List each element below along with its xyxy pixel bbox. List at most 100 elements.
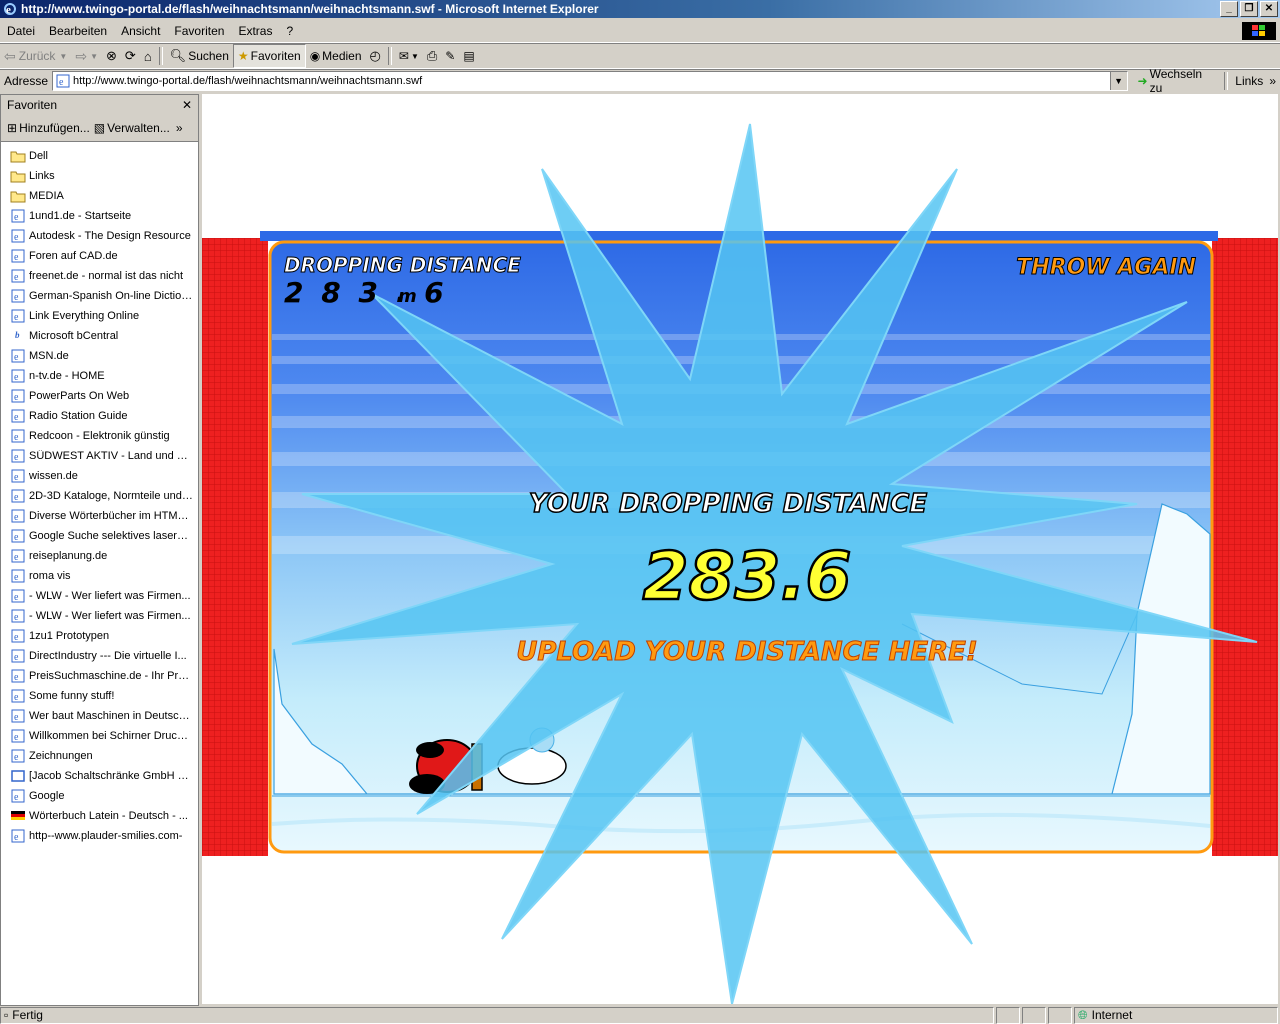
ie-page-icon: e <box>10 729 26 743</box>
favorite-item-label: Wörterbuch Latein - Deutsch - ... <box>29 810 188 822</box>
favorite-item[interactable]: e PowerParts On Web <box>1 386 198 406</box>
minimize-button[interactable]: _ <box>1220 1 1238 17</box>
favorite-item[interactable]: e PreisSuchmaschine.de - Ihr Prei... <box>1 666 198 686</box>
restore-button[interactable]: ❐ <box>1240 1 1258 17</box>
close-button[interactable]: ✕ <box>1260 1 1278 17</box>
ie-page-icon: e <box>10 429 26 443</box>
status-cell <box>1022 1006 1046 1024</box>
edit-button[interactable]: ✎ <box>441 45 459 67</box>
favorite-item[interactable]: Links <box>1 166 198 186</box>
discuss-button[interactable]: ▤ <box>459 45 478 67</box>
page-icon: e <box>56 74 70 88</box>
zone-text: Internet <box>1091 1008 1133 1022</box>
favorite-item-label: Foren auf CAD.de <box>29 250 118 262</box>
favorite-item[interactable]: e Willkommen bei Schirner Druckg... <box>1 726 198 746</box>
home-button[interactable]: ⌂ <box>140 45 156 67</box>
favorite-item[interactable]: e 1und1.de - Startseite <box>1 206 198 226</box>
favorite-item-label: roma vis <box>29 570 71 582</box>
favorite-item[interactable]: e MSN.de <box>1 346 198 366</box>
ie-page-icon: e <box>10 409 26 423</box>
favorite-item[interactable]: e Google Suche selektives lasersi... <box>1 526 198 546</box>
favorite-item[interactable]: e Google <box>1 786 198 806</box>
favorites-title: Favoriten <box>7 98 58 112</box>
forward-button[interactable]: ⇨ ▼ <box>71 45 102 67</box>
german-flag-icon <box>10 809 26 823</box>
ie-page-icon: e <box>10 829 26 843</box>
favorite-item-label: Diverse Wörterbücher im HTML-... <box>29 510 193 522</box>
manage-favorites-button[interactable]: ▧ Verwalten... <box>92 117 172 139</box>
favorite-item[interactable]: Dell <box>1 146 198 166</box>
media-button[interactable]: ◉ Medien <box>306 45 366 67</box>
menu-datei[interactable]: Datei <box>0 24 42 38</box>
ie-page-icon: e <box>10 369 26 383</box>
favorite-item-label: n-tv.de - HOME <box>29 370 105 382</box>
throw-again-button[interactable]: THROW AGAIN <box>1016 255 1197 281</box>
favorites-button[interactable]: ★ Favoriten <box>232 44 306 68</box>
add-favorite-button[interactable]: ⊞ Hinzufügen... <box>5 117 92 139</box>
favorite-item-label: Wer baut Maschinen in Deutsch... <box>29 710 193 722</box>
favorite-item[interactable]: e freenet.de - normal ist das nicht <box>1 266 198 286</box>
menu-ansicht[interactable]: Ansicht <box>114 24 167 38</box>
favorite-item[interactable]: b Microsoft bCentral <box>1 326 198 346</box>
mail-button[interactable]: ✉ ▼ <box>395 45 423 67</box>
favorite-item[interactable]: e wissen.de <box>1 466 198 486</box>
printer-icon: ⎙ <box>426 48 438 63</box>
ie-page-icon: e <box>10 709 26 723</box>
search-button[interactable]: 🔍︎ Suchen <box>166 45 233 67</box>
svg-text:e: e <box>14 272 19 283</box>
print-button[interactable]: ⎙ <box>423 45 441 67</box>
ie-page-icon: e <box>10 529 26 543</box>
links-button[interactable]: Links» <box>1231 70 1280 92</box>
favorite-item[interactable]: e Wer baut Maschinen in Deutsch... <box>1 706 198 726</box>
favorite-item[interactable]: e Radio Station Guide <box>1 406 198 426</box>
media-icon: ◉ <box>309 49 321 63</box>
ie-page-icon: e <box>10 229 26 243</box>
favorite-item-label: Links <box>29 170 55 182</box>
menu-help[interactable]: ? <box>279 24 300 38</box>
favorite-item[interactable]: [Jacob Schaltschränke GmbH & ... <box>1 766 198 786</box>
upload-distance-link[interactable]: UPLOAD YOUR DISTANCE HERE! <box>516 637 979 668</box>
favorite-item[interactable]: e 2D-3D Kataloge, Normteile und ... <box>1 486 198 506</box>
favorites-pane: Favoriten ✕ ⊞ Hinzufügen... ▧ Verwalten.… <box>0 94 199 1006</box>
chevron-right-icon[interactable]: » <box>176 121 183 135</box>
favorite-item[interactable]: e http--www.plauder-smilies.com- <box>1 826 198 846</box>
go-button[interactable]: ➜ Wechseln zu <box>1134 67 1222 95</box>
refresh-button[interactable]: ⟳ <box>121 45 140 67</box>
favorite-item[interactable]: e Redcoon - Elektronik günstig <box>1 426 198 446</box>
favorite-item[interactable]: Wörterbuch Latein - Deutsch - ... <box>1 806 198 826</box>
address-input[interactable]: e http://www.twingo-portal.de/flash/weih… <box>52 70 1128 91</box>
menu-extras[interactable]: Extras <box>231 24 279 38</box>
menu-favoriten[interactable]: Favoriten <box>167 24 231 38</box>
favorite-item[interactable]: e 1zu1 Prototypen <box>1 626 198 646</box>
favorite-item[interactable]: e Foren auf CAD.de <box>1 246 198 266</box>
favorite-item-label: Microsoft bCentral <box>29 330 119 342</box>
favorite-item[interactable]: e Some funny stuff! <box>1 686 198 706</box>
back-button[interactable]: ⇦ Zurück ▼ <box>0 45 71 67</box>
favorite-item[interactable]: e - WLW - Wer liefert was Firmen... <box>1 606 198 626</box>
home-icon: ⌂ <box>143 48 152 64</box>
zone-cell: 🌐︎ Internet <box>1074 1006 1278 1024</box>
favorite-item[interactable]: e - WLW - Wer liefert was Firmen... <box>1 586 198 606</box>
menu-bearbeiten[interactable]: Bearbeiten <box>42 24 114 38</box>
favorite-item[interactable]: e German-Spanish On-line Dictionary <box>1 286 198 306</box>
close-icon[interactable]: ✕ <box>182 98 192 112</box>
favorite-item[interactable]: e Link Everything Online <box>1 306 198 326</box>
bcentral-icon: b <box>10 329 26 343</box>
stop-button[interactable]: ⊗ <box>102 45 121 67</box>
favorite-item[interactable]: e Zeichnungen <box>1 746 198 766</box>
favorite-item[interactable]: e reiseplanung.de <box>1 546 198 566</box>
favorite-item-label: Some funny stuff! <box>29 690 115 702</box>
address-dropdown-button[interactable]: ▼ <box>1109 71 1127 90</box>
folder-icon <box>10 189 26 203</box>
history-button[interactable]: ◴ <box>366 45 385 67</box>
dropping-distance-unit: m <box>398 286 417 307</box>
svg-text:e: e <box>14 592 19 603</box>
favorite-item[interactable]: e Diverse Wörterbücher im HTML-... <box>1 506 198 526</box>
favorite-item[interactable]: e SÜDWEST AKTIV - Land und Welt <box>1 446 198 466</box>
favorite-item[interactable]: e DirectIndustry --- Die virtuelle I... <box>1 646 198 666</box>
favorite-item[interactable]: e Autodesk - The Design Resource <box>1 226 198 246</box>
favorite-item[interactable]: e n-tv.de - HOME <box>1 366 198 386</box>
favorite-item[interactable]: MEDIA <box>1 186 198 206</box>
flash-game[interactable]: DROPPING DISTANCE 2 8 3 . 6 m THROW AGAI… <box>202 94 1278 1004</box>
favorite-item[interactable]: e roma vis <box>1 566 198 586</box>
